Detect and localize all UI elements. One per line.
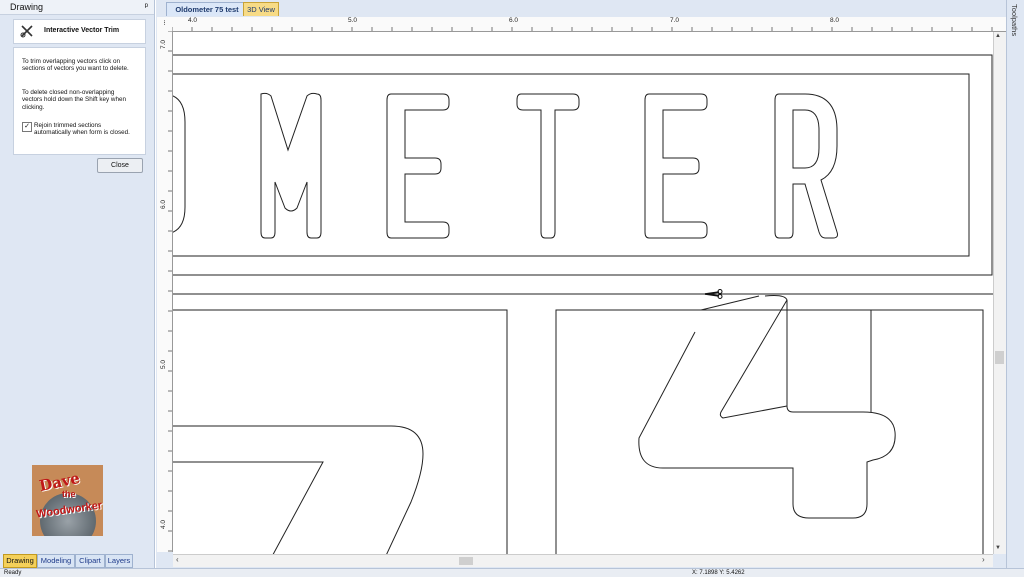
inner-plate-vector [173, 73, 970, 257]
help-card: To trim overlapping vectors click on sec… [13, 47, 146, 155]
vertical-ruler: 7.0 6.0 5.0 4.0 [157, 31, 173, 552]
letter-o-vector [173, 95, 186, 233]
vertical-scroll-thumb[interactable] [995, 351, 1004, 364]
panel-tabs: Drawing Modeling Clipart Layers [0, 553, 154, 568]
horizontal-ruler: 4.0 5.0 6.0 7.0 8.0 [172, 17, 1006, 32]
ruler-label-y4: 4.0 [160, 519, 167, 529]
help-text-delete: To delete closed non-overlapping vectors… [22, 89, 126, 111]
scroll-left-icon[interactable]: ‹ [176, 555, 179, 564]
left-tile-vector [173, 309, 508, 554]
ruler-corner[interactable]: ⁝ [157, 17, 173, 32]
tool-header: Interactive Vector Trim [13, 19, 146, 44]
digit-four-vector [638, 295, 896, 519]
digit-seven-vector [173, 425, 424, 554]
panel-title: Drawing [10, 2, 44, 12]
tab-oldometer-75-test[interactable]: Oldometer 75 test [166, 2, 248, 17]
tool-title: Interactive Vector Trim [44, 27, 120, 34]
logo-text-the: the [62, 489, 76, 499]
letter-r-vector [774, 93, 838, 239]
scroll-down-icon[interactable]: ▼ [995, 545, 1001, 551]
horizontal-scroll-thumb[interactable] [459, 557, 473, 565]
vertical-scrollbar[interactable]: ▲ ▼ [993, 32, 1006, 554]
tab-3d-view[interactable]: 3D View [243, 2, 279, 17]
tab-layers[interactable]: Layers [105, 554, 133, 568]
ruler-label-7: 7.0 [670, 17, 680, 24]
letter-e-vector [386, 93, 450, 239]
letter-t-vector [516, 93, 580, 239]
ruler-label-4: 4.0 [188, 17, 198, 24]
trim-scissors-icon [20, 25, 33, 38]
document-tabs: Oldometer 75 test 3D View [156, 0, 1006, 17]
outer-plate-vector [173, 54, 993, 276]
ruler-label-y5: 5.0 [160, 359, 167, 369]
pin-icon[interactable]: ᵖ [145, 1, 148, 11]
ruler-label-6: 6.0 [509, 17, 519, 24]
horizontal-scrollbar[interactable]: ‹ › [173, 554, 993, 567]
toolpaths-tab-label: Toolpaths [1010, 4, 1019, 37]
rejoin-checkbox[interactable]: ✓ [22, 122, 32, 132]
ruler-ticks-vertical [168, 31, 172, 552]
toolpaths-side-tab[interactable]: Toolpaths [1006, 0, 1024, 568]
drawing-canvas[interactable] [173, 32, 993, 554]
tab-clipart[interactable]: Clipart [75, 554, 105, 568]
drawing-panel: Drawing ᵖ Interactive Vector Trim To tri… [0, 0, 155, 568]
ruler-ticks [172, 27, 993, 31]
letter-e2-vector [644, 93, 708, 239]
ruler-label-y6: 6.0 [160, 199, 167, 209]
rejoin-checkbox-label: Rejoin trimmed sections automatically wh… [34, 122, 130, 137]
letter-m-vector [260, 92, 322, 239]
ruler-label-y7: 7.0 [160, 39, 167, 49]
tab-drawing[interactable]: Drawing [3, 554, 37, 568]
ruler-label-8: 8.0 [830, 17, 840, 24]
panel-header: Drawing ᵖ [0, 0, 154, 15]
tab-modeling[interactable]: Modeling [37, 554, 75, 568]
scroll-right-icon[interactable]: › [982, 555, 985, 564]
dave-the-woodworker-logo: Dave the Woodworker [32, 465, 103, 536]
right-tile-vector [555, 309, 984, 554]
help-text-trim: To trim overlapping vectors click on sec… [22, 58, 129, 73]
vector-drawing[interactable] [173, 32, 993, 554]
ruler-label-5: 5.0 [348, 17, 358, 24]
scroll-up-icon[interactable]: ▲ [995, 33, 1001, 39]
close-button[interactable]: Close [97, 158, 143, 173]
